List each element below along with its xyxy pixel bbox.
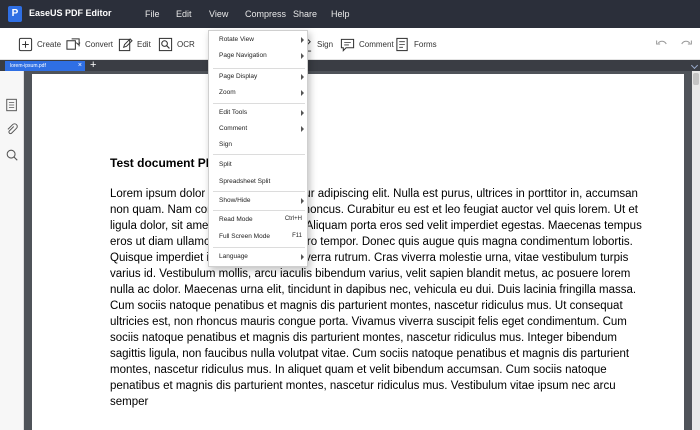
thumbnails-icon[interactable] — [5, 98, 19, 112]
close-tab-icon[interactable]: × — [78, 61, 82, 71]
menu-item-label: Sign — [219, 141, 233, 148]
ocr-label: OCR — [177, 39, 195, 49]
menu-item-label: Full Screen Mode — [219, 233, 270, 240]
forms-icon — [396, 37, 408, 51]
toolbar: Create Convert Edit OCR Sign Comment For… — [0, 28, 700, 60]
menu-item-full-screen-mode[interactable]: Full Screen Mode F11 — [209, 230, 307, 244]
menu-item-show-hide[interactable]: Show/Hide — [209, 194, 307, 208]
search-icon[interactable] — [5, 148, 19, 162]
menu-item-label: Rotate View — [219, 36, 254, 43]
ocr-button[interactable]: OCR — [158, 36, 195, 52]
tab-lorem-ipsum[interactable]: lorem-ipsum.pdf × — [5, 61, 85, 71]
forms-button[interactable]: Forms — [395, 36, 437, 52]
convert-button[interactable]: Convert — [66, 36, 113, 52]
menu-separator — [213, 103, 305, 104]
tab-strip: lorem-ipsum.pdf × + — [0, 59, 700, 71]
convert-label: Convert — [85, 39, 114, 49]
app-title: EaseUS PDF Editor — [29, 8, 112, 18]
menu-separator — [213, 191, 305, 192]
pdf-page[interactable]: Test document PDF Lorem ipsum dolor sit … — [32, 74, 684, 430]
menu-item-label: Show/Hide — [219, 197, 251, 204]
menu-edit[interactable]: Edit — [176, 9, 192, 19]
menu-item-edit-tools[interactable]: Edit Tools — [209, 106, 307, 120]
undo-icon[interactable] — [654, 37, 668, 51]
menu-item-label: Zoom — [219, 89, 236, 96]
forms-label: Forms — [414, 39, 437, 49]
edit-icon — [118, 37, 133, 51]
redo-icon[interactable] — [680, 37, 694, 51]
menu-item-zoom[interactable]: Zoom — [209, 86, 307, 100]
document-canvas[interactable]: Test document PDF Lorem ipsum dolor sit … — [24, 71, 692, 430]
menu-item-label: Read Mode — [219, 216, 253, 223]
menu-item-label: Spreadsheet Split — [219, 178, 271, 185]
edit-label: Edit — [137, 39, 151, 49]
attachment-icon[interactable] — [5, 123, 19, 137]
menu-separator — [213, 154, 305, 155]
comment-label: Comment — [359, 39, 394, 49]
menu-compress[interactable]: Compress — [245, 9, 286, 19]
shortcut-label: Ctrl+H — [284, 216, 302, 222]
submenu-arrow-icon — [301, 126, 304, 132]
menu-item-read-mode[interactable]: Read Mode Ctrl+H — [209, 213, 307, 227]
app-logo-icon: P — [8, 6, 22, 22]
submenu-arrow-icon — [301, 74, 304, 80]
menu-item-page-navigation[interactable]: Page Navigation — [209, 49, 307, 63]
view-menu-dropdown: Rotate View Page Navigation Page Display… — [208, 30, 308, 267]
menu-help[interactable]: Help — [331, 9, 350, 19]
menu-item-label: Page Navigation — [219, 52, 267, 59]
menu-item-page-display[interactable]: Page Display — [209, 70, 307, 84]
menu-item-label: Page Display — [219, 73, 258, 80]
plus-icon — [18, 37, 33, 51]
left-rail — [0, 71, 24, 430]
menu-item-label: Edit Tools — [219, 109, 248, 116]
menu-file[interactable]: File — [145, 9, 160, 19]
chevron-down-icon[interactable] — [690, 61, 699, 70]
vertical-scrollbar[interactable] — [692, 71, 700, 430]
ocr-icon — [158, 37, 173, 51]
comment-button[interactable]: Comment — [340, 36, 394, 52]
menu-view[interactable]: View — [209, 9, 228, 19]
submenu-arrow-icon — [301, 198, 304, 204]
menu-item-language[interactable]: Language — [209, 250, 307, 264]
convert-icon — [66, 37, 81, 50]
submenu-arrow-icon — [301, 90, 304, 96]
create-button[interactable]: Create — [18, 36, 61, 52]
document-title: Test document PDF — [110, 156, 222, 170]
document-body: Lorem ipsum dolor sit amet, consectetur … — [110, 188, 642, 408]
shortcut-label: F11 — [292, 233, 302, 239]
menu-item-label: Comment — [219, 125, 248, 132]
scrollbar-thumb[interactable] — [693, 73, 699, 85]
submenu-arrow-icon — [301, 53, 304, 59]
menu-item-sign[interactable]: Sign — [209, 138, 307, 152]
title-bar: P EaseUS PDF Editor File Edit View Compr… — [0, 0, 700, 28]
submenu-arrow-icon — [301, 254, 304, 260]
sign-label: Sign — [317, 39, 334, 49]
tab-label: lorem-ipsum.pdf — [10, 63, 46, 69]
edit-button[interactable]: Edit — [118, 36, 151, 52]
submenu-arrow-icon — [301, 110, 304, 116]
create-label: Create — [37, 39, 62, 49]
menu-item-comment[interactable]: Comment — [209, 122, 307, 136]
menu-item-spreadsheet-split[interactable]: Spreadsheet Split — [209, 175, 307, 189]
menu-item-rotate-view[interactable]: Rotate View — [209, 33, 307, 47]
menu-separator — [213, 210, 305, 211]
menu-item-label: Language — [219, 253, 248, 260]
menu-separator — [213, 68, 305, 69]
submenu-arrow-icon — [301, 37, 304, 43]
menu-item-split[interactable]: Split — [209, 158, 307, 172]
menu-item-label: Split — [219, 161, 232, 168]
menu-separator — [213, 247, 305, 248]
comment-icon — [340, 38, 355, 52]
new-tab-button[interactable]: + — [90, 59, 96, 71]
menu-share[interactable]: Share — [293, 9, 317, 19]
